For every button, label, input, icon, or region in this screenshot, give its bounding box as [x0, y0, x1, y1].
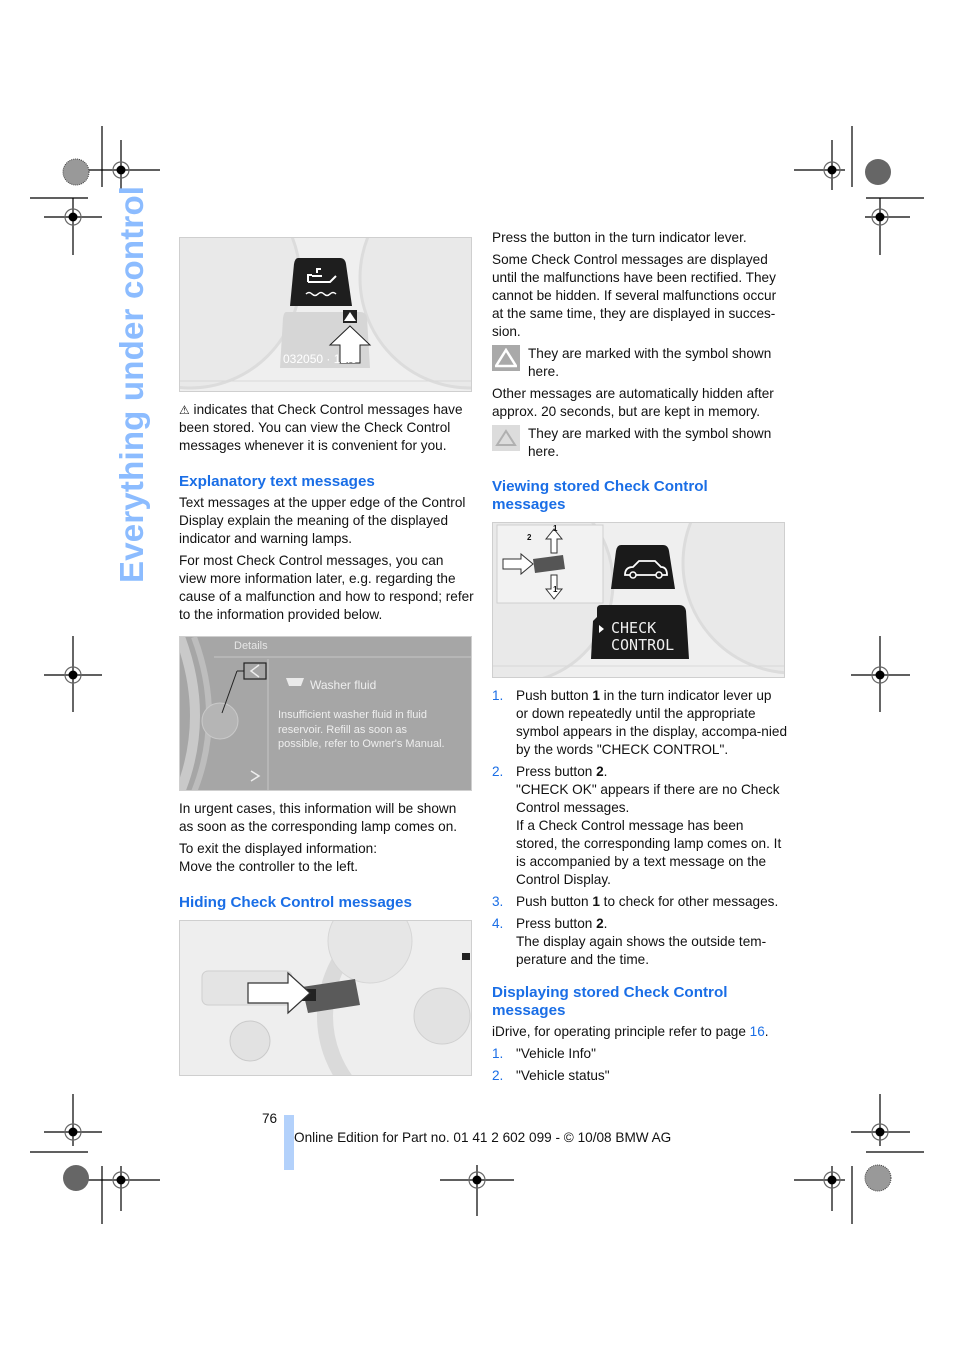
washer-fluid-message: Insufficient washer fluid in fluid reser…: [278, 709, 445, 750]
exit-text-1: To exit the displayed information:: [179, 841, 377, 856]
heading-viewing-line2: messages: [492, 496, 566, 513]
check-control-display-text: CHECK CONTROL: [611, 620, 674, 654]
step-detail: "CHECK OK" appears if there are no Check…: [516, 782, 780, 815]
list-item: 1. "Vehicle Info": [492, 1045, 787, 1063]
intro-text: indicates that Check Control messages ha…: [179, 402, 463, 453]
chapter-side-title: Everything under control: [113, 185, 150, 583]
explanatory-p2: For most Check Control messages, you can…: [179, 553, 474, 622]
steering-lever-illustration: [180, 921, 471, 1075]
page-16-link[interactable]: 16: [750, 1024, 765, 1039]
persistent-warning-symbol-icon: [492, 345, 520, 371]
instrument-cluster-illustration: 032050 · 12.8: [180, 238, 471, 391]
edition-footer: Online Edition for Part no. 01 41 2 602 …: [294, 1130, 672, 1145]
washer-fluid-icon: [286, 678, 304, 686]
press-button-text: Press the button in the turn indicator l…: [492, 230, 747, 245]
note-hidden-symbol: They are marked with the symbol shown he…: [492, 425, 787, 461]
details-header: Details: [234, 640, 268, 652]
check-control-figure: 2 1 1 CHECK CONTROL: [492, 522, 785, 678]
check-control-illustration: [493, 523, 784, 677]
step-number: 4.: [492, 916, 504, 931]
list-item: 2. "Vehicle status": [492, 1067, 787, 1085]
note2-text: They are marked with the symbol shown he…: [528, 426, 772, 459]
heading-viewing: Viewing stored Check Control messages: [492, 478, 708, 514]
heading-hiding: Hiding Check Control messages: [179, 894, 412, 911]
other-messages-text: Other messages are automatically hidden …: [492, 386, 774, 419]
step-number: 1.: [492, 688, 504, 703]
hiding-section-text: Press the button in the turn indicator l…: [492, 229, 787, 461]
stored-warning-symbol-icon: [492, 425, 520, 451]
turn-indicator-lever-figure: [179, 920, 472, 1076]
washer-fluid-title: Washer fluid: [310, 678, 377, 692]
display-line-1: CHECK: [611, 619, 657, 637]
exit-text-2: Move the controller to the left.: [179, 859, 359, 874]
heading-displaying: Displaying stored Check Control messages: [492, 984, 727, 1020]
button1-label-top: 1: [553, 524, 558, 533]
display-line-2: CONTROL: [611, 636, 675, 654]
step-number: 1.: [492, 1046, 504, 1061]
idrive-reference: iDrive, for operating principle refer to…: [492, 1024, 769, 1039]
some-messages-text: Some Check Control messages are displaye…: [492, 252, 777, 339]
step-body: Press button 2. "CHECK OK" appears if th…: [516, 763, 787, 889]
heading-displaying-line1: Displaying stored Check Control: [492, 984, 728, 1001]
button1-label-bottom: 1: [553, 585, 558, 594]
list-item: 4. Press button 2. The display again sho…: [492, 915, 787, 969]
urgent-text: In urgent cases, this information will b…: [179, 801, 458, 834]
step-body: Press button 2. The display again shows …: [516, 915, 787, 969]
step-number: 2.: [492, 764, 504, 779]
note-persistent-symbol: They are marked with the symbol shown he…: [492, 345, 787, 381]
footer-accent-bar: [284, 1115, 294, 1170]
heading-displaying-line2: messages: [492, 1002, 566, 1019]
step-body: Push button 1 to check for other message…: [516, 894, 779, 909]
step-detail: The display again shows the outside tem-…: [516, 934, 767, 967]
note1-text: They are marked with the symbol shown he…: [528, 346, 772, 379]
urgent-section: In urgent cases, this information will b…: [179, 800, 474, 876]
instrument-cluster-figure: 032050 · 12.8: [179, 237, 472, 392]
list-item: 2. Press button 2. "CHECK OK" appears if…: [492, 763, 787, 889]
step-number: 3.: [492, 894, 504, 909]
viewing-steps-list: 1. Push button 1 in the turn indicator l…: [492, 687, 787, 973]
step-body: "Vehicle Info": [516, 1046, 596, 1061]
list-item: 3. Push button 1 to check for other mess…: [492, 893, 787, 911]
warning-triangle-inline-icon: ⚠: [179, 403, 190, 417]
step-detail: If a Check Control message has been stor…: [516, 818, 782, 887]
displaying-section: iDrive, for operating principle refer to…: [492, 1023, 787, 1089]
heading-viewing-line1: Viewing stored Check Control: [492, 478, 708, 495]
explanatory-section: Text messages at the upper edge of the C…: [179, 494, 474, 628]
step-body: "Vehicle status": [516, 1068, 610, 1083]
displaying-steps-list: 1. "Vehicle Info" 2. "Vehicle status": [492, 1045, 787, 1085]
step-body: Push button 1 in the turn indicator leve…: [516, 688, 788, 757]
page-number: 76: [262, 1111, 278, 1126]
intro-paragraph: ⚠ indicates that Check Control messages …: [179, 401, 474, 455]
display-readout: 032050 · 12.8: [283, 352, 357, 366]
heading-explanatory: Explanatory text messages: [179, 473, 375, 490]
button2-label: 2: [527, 533, 532, 542]
step-number: 2.: [492, 1068, 504, 1083]
list-item: 1. Push button 1 in the turn indicator l…: [492, 687, 787, 759]
explanatory-p1: Text messages at the upper edge of the C…: [179, 495, 466, 546]
details-screen-figure: Details Washer fluid Insufficient washer…: [179, 636, 472, 791]
